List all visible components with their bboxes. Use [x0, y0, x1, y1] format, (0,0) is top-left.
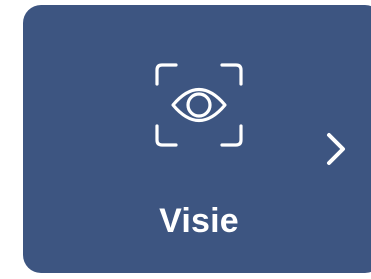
visie-card[interactable]: Visie: [23, 5, 371, 273]
card-label: Visie: [159, 202, 239, 240]
chevron-right-icon[interactable]: [321, 127, 351, 171]
eye-scan-icon: [154, 62, 244, 148]
